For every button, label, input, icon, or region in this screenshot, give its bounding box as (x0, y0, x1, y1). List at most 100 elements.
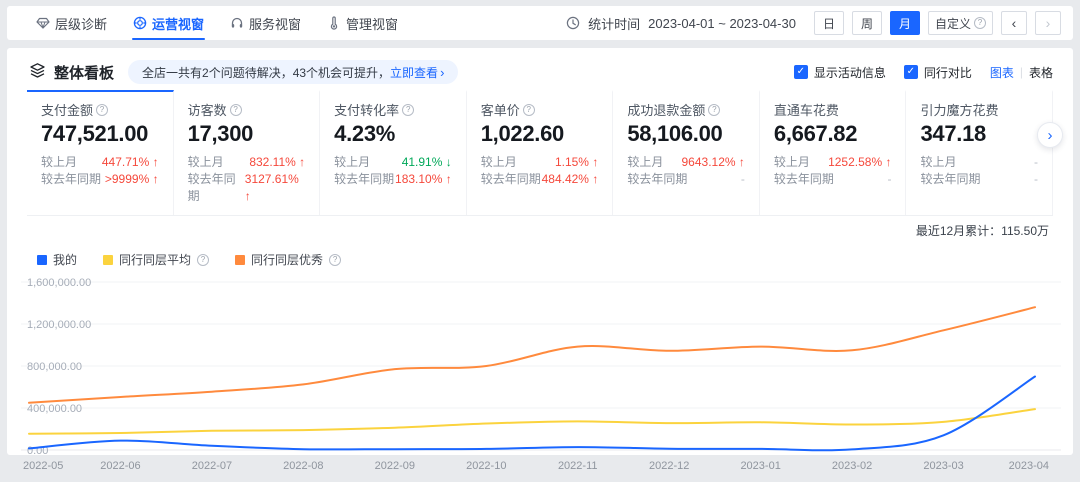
topbar-right: 统计时间 2023-04-01 ~ 2023-04-30 日周月 自定义 ? ‹… (566, 11, 1061, 35)
period-button[interactable]: 周 (852, 11, 882, 35)
compare-label: 较去年同期 (774, 171, 834, 188)
notice-link[interactable]: 立即查看 (390, 64, 438, 81)
metric-value: 747,521.00 (41, 121, 159, 147)
topbar-tab[interactable]: 运营视窗 (120, 6, 217, 40)
view-table-button[interactable]: 表格 (1029, 64, 1053, 81)
help-icon[interactable]: ? (197, 254, 209, 266)
topbar: 层级诊断 运营视窗服务视窗 管理视窗 统计时间 2023-04-01 ~ 2023-… (7, 6, 1073, 40)
compare-row: 较上月1252.58% ↑ (774, 154, 892, 171)
overview-panel: 整体看板 全店一共有2个问题待解决，43个机会可提升， 立即查看 › ✓显示活动… (7, 48, 1073, 455)
board-header: 整体看板 全店一共有2个问题待解决，43个机会可提升， 立即查看 › ✓显示活动… (7, 48, 1073, 90)
help-icon[interactable]: ? (708, 104, 720, 116)
metric-card[interactable]: 直通车花费6,667.82较上月1252.58% ↑较去年同期- (760, 90, 907, 215)
compare-label: 较上月 (481, 154, 517, 171)
help-icon[interactable]: ? (523, 104, 535, 116)
headset-icon (230, 16, 244, 30)
compare-label: 较去年同期 (188, 171, 245, 205)
compare-label: 较去年同期 (334, 171, 394, 188)
metric-card[interactable]: 客单价? 1,022.60 较上月 1.15% ↑较去年同期484.42% ↑ (467, 90, 614, 215)
compare-row: 较上月41.91% ↓ (334, 154, 452, 171)
compare-label: 较上月 (41, 154, 77, 171)
legend-swatch (235, 255, 245, 265)
compare-row: 较上月832.11% ↑ (188, 154, 306, 171)
metric-title: 引力魔方花费 (920, 100, 998, 119)
topbar-tab[interactable]: 层级诊断 (23, 6, 120, 40)
notice-pill: 全店一共有2个问题待解决，43个机会可提升， 立即查看 › (128, 60, 458, 84)
help-icon[interactable]: ? (402, 104, 414, 116)
compare-value: 1.15% ↑ (555, 154, 598, 171)
arrow-up-icon: ↑ (592, 172, 598, 186)
custom-range-button[interactable]: 自定义 ? (928, 11, 993, 35)
help-icon[interactable]: ? (230, 104, 242, 116)
help-icon[interactable]: ? (329, 254, 341, 266)
x-axis-label: 2023-02 (832, 460, 872, 472)
topbar-tab[interactable]: 管理视窗 (314, 6, 411, 40)
view-chart-button[interactable]: 图表 (990, 64, 1014, 81)
topbar-tab[interactable]: 服务视窗 (217, 6, 314, 40)
period-button[interactable]: 月 (890, 11, 920, 35)
x-axis-label: 2023-03 (923, 460, 963, 472)
cumulative-note: 最近12月累计：115.50万 (7, 216, 1073, 239)
compare-label: 较上月 (627, 154, 663, 171)
legend-item[interactable]: 同行同层优秀? (235, 251, 341, 268)
help-icon: ? (974, 17, 986, 29)
gem-icon (36, 16, 50, 30)
compare-row: 较上月9643.12% ↑ (627, 154, 745, 171)
checkbox-option[interactable]: ✓同行对比 (904, 64, 972, 81)
clock-icon (566, 16, 580, 30)
metric-title: 客单价 (481, 100, 520, 119)
x-axis-label: 2023-04 (1009, 460, 1049, 472)
view-toggle: 图表 | 表格 (990, 64, 1053, 81)
checkbox-icon[interactable]: ✓ (904, 65, 918, 79)
legend-item[interactable]: 我的 (37, 251, 77, 268)
next-period-button[interactable]: › (1035, 11, 1061, 35)
arrow-up-icon: ↑ (153, 172, 159, 186)
x-axis-label: 2022-09 (375, 460, 415, 472)
metric-card[interactable]: 引力魔方花费347.18较上月-较去年同期- (906, 90, 1053, 215)
metric-card[interactable]: 支付金额?747,521.00较上月447.71% ↑较去年同期>9999% ↑ (27, 90, 174, 215)
legend-item[interactable]: 同行同层平均? (103, 251, 209, 268)
period-button[interactable]: 日 (814, 11, 844, 35)
checkbox-icon[interactable]: ✓ (794, 65, 808, 79)
metric-value: 4.23% (334, 121, 452, 147)
view-toggle-divider: | (1020, 65, 1023, 79)
metric-value: 1,022.60 (481, 121, 599, 147)
metric-title: 直通车花费 (774, 100, 839, 119)
metric-value: 347.18 (920, 121, 1038, 147)
compare-row: 较去年同期484.42% ↑ (481, 171, 599, 188)
lifebuoy-icon (133, 16, 147, 30)
x-axis-label: 2022-12 (649, 460, 689, 472)
tab-label: 运营视窗 (152, 14, 204, 33)
trend-line-chart[interactable]: 0.00400,000.00800,000.001,200,000.001,60… (21, 272, 1061, 482)
period-switch: 日周月 (814, 11, 920, 35)
metric-value: 58,106.00 (627, 121, 745, 147)
x-axis-label: 2022-11 (558, 460, 598, 472)
next-cards-button[interactable]: › (1037, 122, 1063, 148)
stat-time-range: 2023-04-01 ~ 2023-04-30 (648, 16, 796, 31)
arrow-up-icon: ↑ (153, 155, 159, 169)
help-icon[interactable]: ? (96, 104, 108, 116)
y-axis-label: 1,200,000.00 (27, 319, 91, 331)
compare-label: 较上月 (920, 154, 956, 171)
series-line-0 (29, 377, 1035, 451)
compare-value: 3127.61% ↑ (245, 171, 305, 205)
metric-card[interactable]: 支付转化率?4.23%较上月41.91% ↓较去年同期183.10% ↑ (320, 90, 467, 215)
metric-card[interactable]: 成功退款金额?58,106.00较上月9643.12% ↑较去年同期- (613, 90, 760, 215)
compare-row: 较上月- (920, 154, 1038, 171)
layers-icon (29, 62, 46, 82)
checkbox-option[interactable]: ✓显示活动信息 (794, 64, 886, 81)
metric-card[interactable]: 访客数?17,300较上月832.11% ↑较去年同期3127.61% ↑ (174, 90, 321, 215)
x-axis-label: 2022-10 (466, 460, 506, 472)
metric-value: 6,667.82 (774, 121, 892, 147)
compare-row: 较去年同期>9999% ↑ (41, 171, 159, 188)
x-axis-label: 2022-07 (192, 460, 232, 472)
tab-label: 管理视窗 (346, 14, 398, 33)
thermometer-icon (327, 16, 341, 30)
stat-time-label: 统计时间 (588, 14, 640, 33)
compare-row: 较去年同期- (627, 171, 745, 188)
page-title: 整体看板 (54, 62, 114, 83)
prev-period-button[interactable]: ‹ (1001, 11, 1027, 35)
x-axis-label: 2023-01 (740, 460, 780, 472)
compare-row: 较去年同期183.10% ↑ (334, 171, 452, 188)
compare-row: 较上月447.71% ↑ (41, 154, 159, 171)
